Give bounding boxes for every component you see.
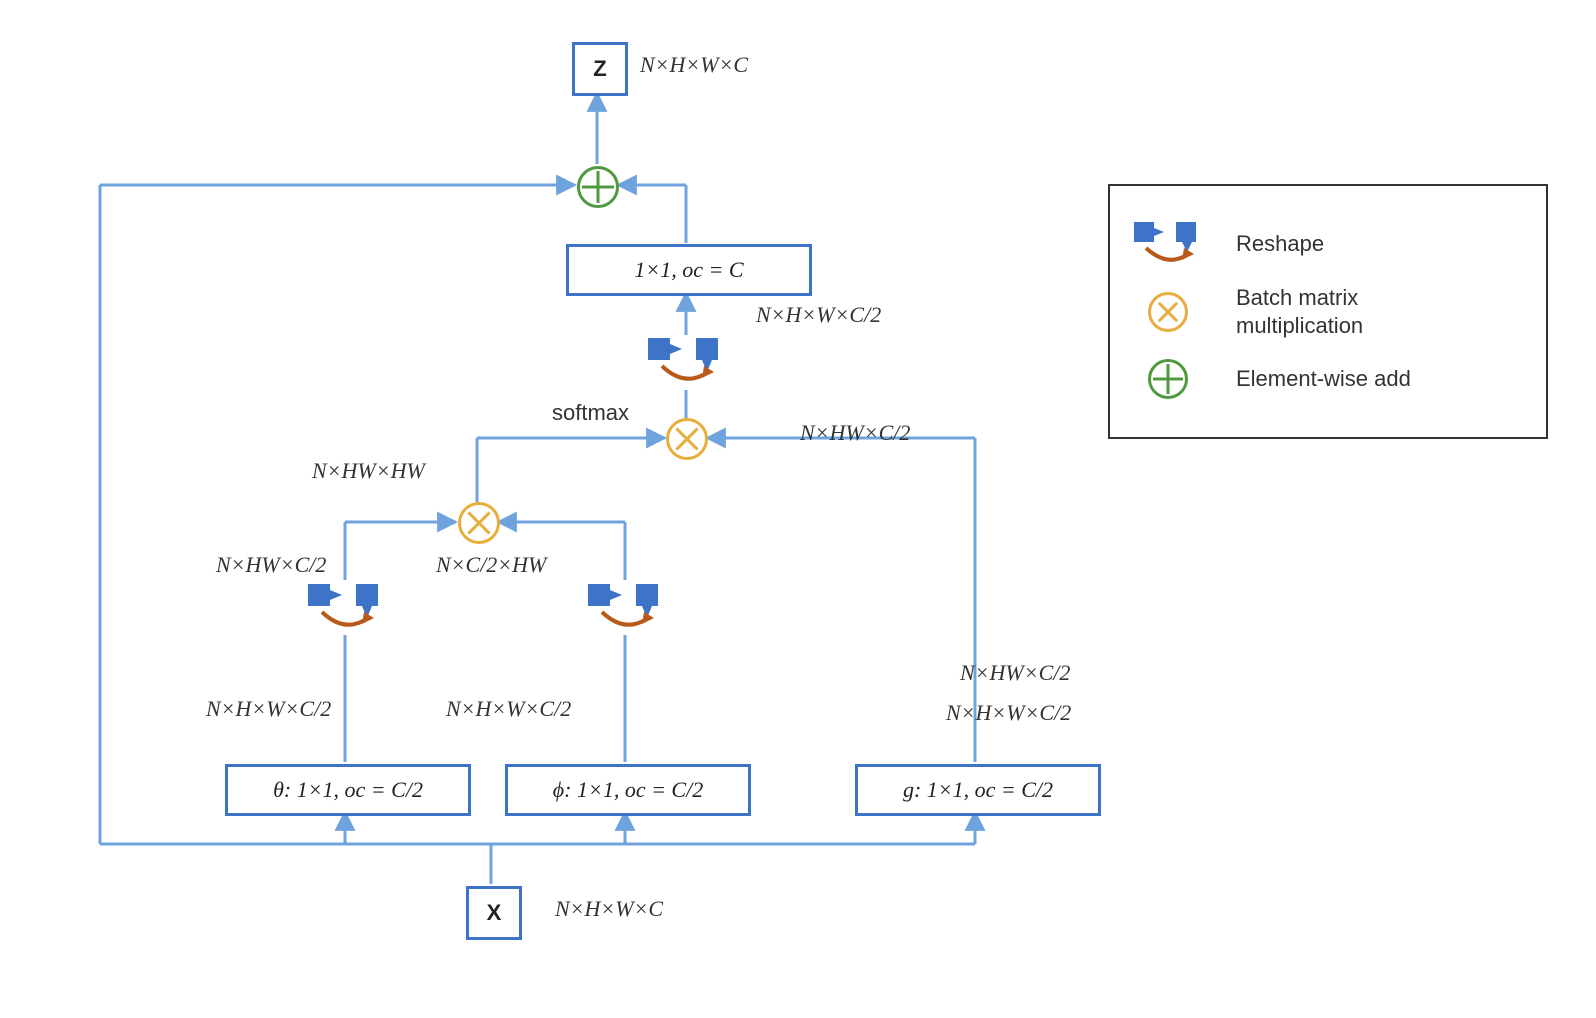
legend-row-matmul: Batch matrix multiplication: [1128, 284, 1520, 339]
shape-theta-conv: N×H×W×C/2: [206, 696, 331, 722]
shape-x: N×H×W×C: [555, 896, 663, 922]
shape-mul1-out: N×HW×HW: [312, 458, 425, 484]
edges-layer: [0, 0, 1596, 1018]
op-elementwise-add: [577, 166, 619, 208]
node-x-label: X: [487, 900, 502, 926]
node-z-label: Z: [593, 56, 606, 82]
legend-row-reshape: Reshape: [1128, 218, 1520, 270]
legend-add-text: Element-wise add: [1236, 365, 1411, 393]
op-matmul-1: [458, 502, 500, 544]
node-theta-label: θ: 1×1, oc = C/2: [273, 777, 423, 803]
legend: Reshape Batch matrix multiplication Elem…: [1108, 184, 1548, 439]
shape-g-line1: N×HW×C/2: [960, 660, 1070, 686]
shape-mul2-in: N×HW×C/2: [800, 420, 910, 446]
shape-phi-reshape: N×C/2×HW: [436, 552, 546, 578]
node-x: X: [466, 886, 522, 940]
reshape-icon-out: [640, 332, 732, 390]
softmax-label: softmax: [552, 400, 629, 426]
op-matmul-2: [666, 418, 708, 460]
node-conv-out: 1×1, oc = C: [566, 244, 812, 296]
reshape-icon-phi: [580, 578, 672, 636]
node-phi: ϕ: 1×1, oc = C/2: [505, 764, 751, 816]
matmul-icon: [1128, 286, 1208, 338]
node-z: Z: [572, 42, 628, 96]
shape-after-convout: N×H×W×C/2: [756, 302, 881, 328]
node-g: g: 1×1, oc = C/2: [855, 764, 1101, 816]
shape-theta-reshape: N×HW×C/2: [216, 552, 326, 578]
reshape-icon: [1128, 218, 1208, 270]
legend-matmul-text: Batch matrix multiplication: [1236, 284, 1363, 339]
node-g-label: g: 1×1, oc = C/2: [903, 777, 1053, 803]
node-phi-label: ϕ: 1×1, oc = C/2: [553, 777, 703, 803]
node-theta: θ: 1×1, oc = C/2: [225, 764, 471, 816]
shape-z: N×H×W×C: [640, 52, 748, 78]
shape-g-line2: N×H×W×C/2: [946, 700, 1071, 726]
shape-phi-conv: N×H×W×C/2: [446, 696, 571, 722]
legend-row-add: Element-wise add: [1128, 353, 1520, 405]
reshape-icon-theta: [300, 578, 392, 636]
add-icon: [1128, 353, 1208, 405]
node-conv-out-label: 1×1, oc = C: [634, 257, 743, 283]
diagram-canvas: { "nodes": { "z": { "label": "Z", "shape…: [0, 0, 1596, 1018]
legend-reshape-text: Reshape: [1236, 230, 1324, 258]
